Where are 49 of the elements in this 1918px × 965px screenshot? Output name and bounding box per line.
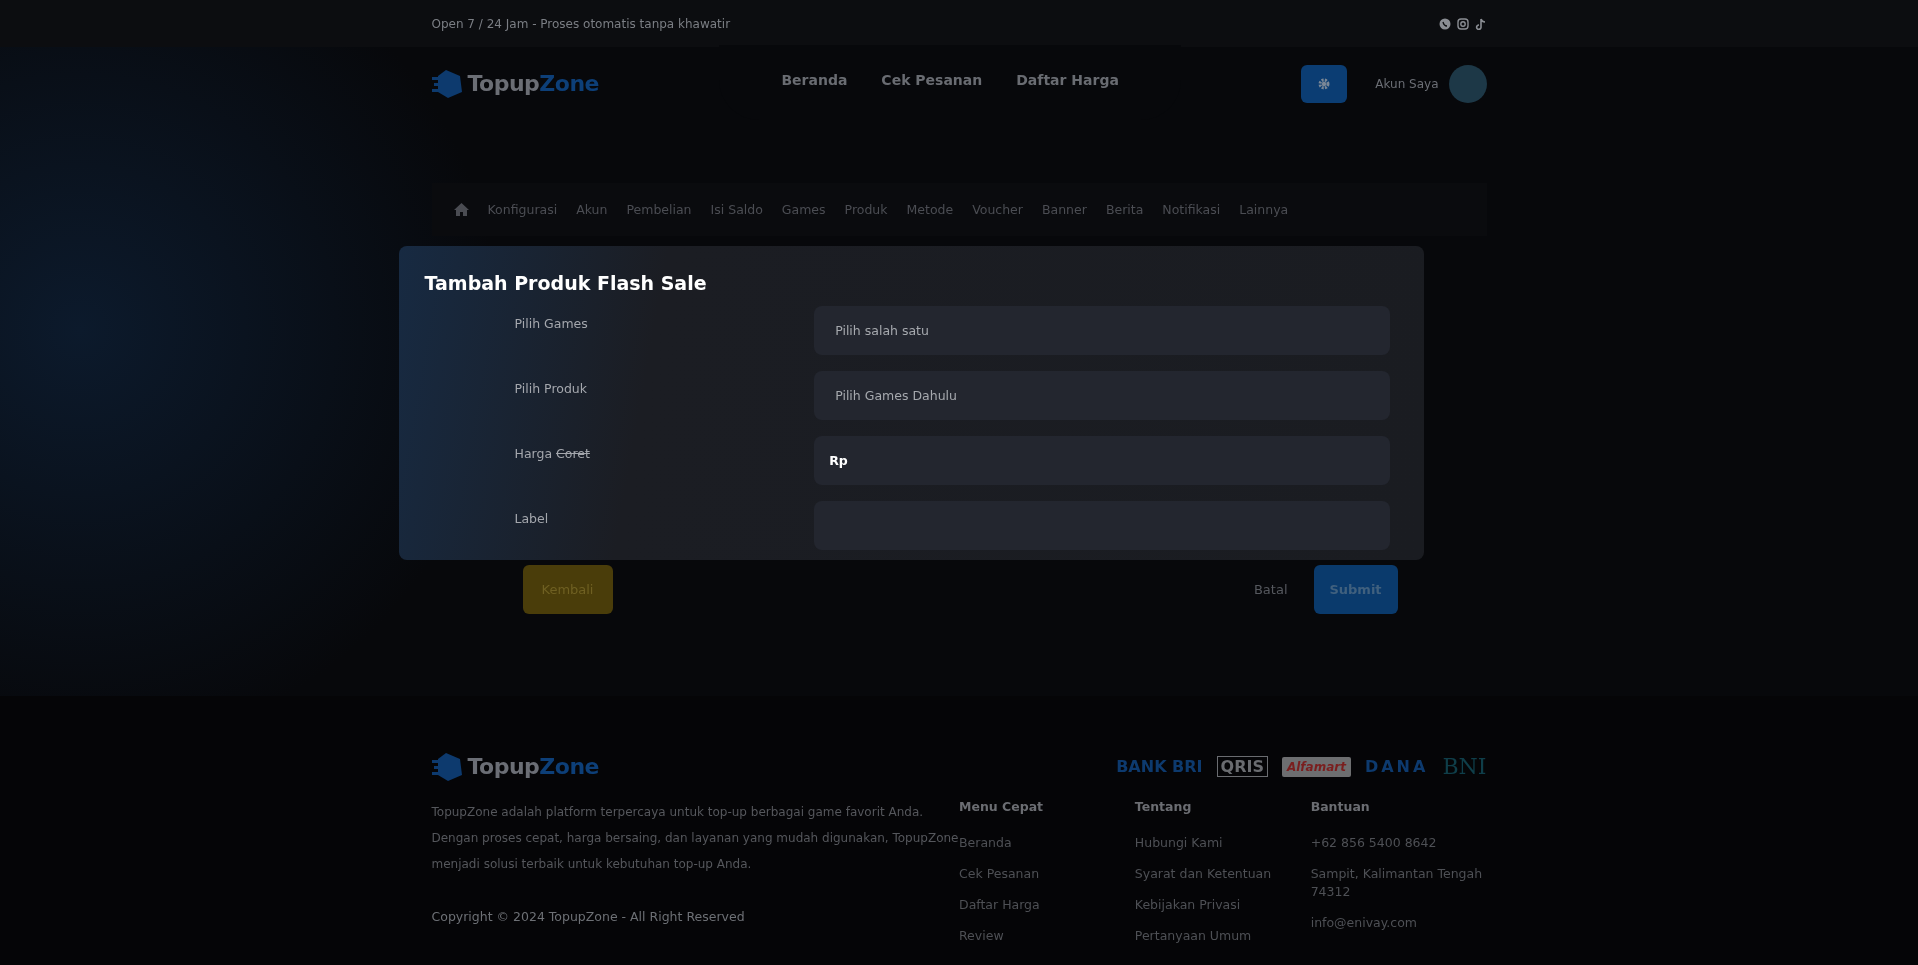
payment-logo: QRIS	[1216, 756, 1268, 777]
select-field[interactable]: Pilih salah satu	[814, 306, 1390, 355]
menu-link[interactable]: Metode	[906, 202, 954, 217]
menu-link[interactable]: Akun	[576, 202, 608, 217]
footer-link[interactable]: Kebijakan Privasi	[1134, 896, 1311, 914]
price-field[interactable]: Rp	[814, 436, 1390, 485]
logo-text: TopupZone	[467, 754, 599, 779]
menu-link[interactable]: Voucher	[972, 202, 1023, 217]
footer-link[interactable]: Beranda	[959, 834, 1135, 852]
nav-link[interactable]: Daftar Harga	[1016, 71, 1119, 88]
footer-link[interactable]: info@enivay.com	[1310, 914, 1487, 932]
footer-link[interactable]: Hubungi Kami	[1134, 834, 1311, 852]
menu-link[interactable]: Produk	[844, 202, 888, 217]
column-heading: Menu Cepat	[959, 799, 1045, 814]
field-label: Pilih Produk	[514, 380, 588, 398]
menu-link[interactable]: Pembelian	[626, 202, 692, 217]
footer-link[interactable]: Pertanyaan Umum	[1134, 927, 1311, 945]
footer-link[interactable]: Sampit, Kalimantan Tengah 74312	[1310, 865, 1487, 901]
footer-link[interactable]: Cek Pesanan	[959, 865, 1135, 883]
menu-link[interactable]: Notifikasi	[1162, 202, 1221, 217]
cancel-button[interactable]: Batal	[1247, 581, 1294, 598]
account-link[interactable]: Akun Saya	[1375, 76, 1439, 91]
modal-title: Tambah Produk Flash Sale	[424, 272, 708, 294]
footer-link[interactable]: Review	[959, 927, 1135, 945]
menu-link[interactable]: Games	[781, 202, 826, 217]
footer-link[interactable]: +62 856 5400 8642	[1310, 834, 1487, 852]
menu-link[interactable]: Konfigurasi	[487, 202, 558, 217]
payment-logo: DANA	[1364, 757, 1429, 776]
column-heading: Bantuan	[1310, 799, 1371, 814]
column-heading: Tentang	[1134, 799, 1193, 814]
payment-logo: Alfamart	[1281, 756, 1351, 777]
nav-link[interactable]: Beranda	[781, 71, 848, 88]
footer-link[interactable]: Syarat dan Ketentuan	[1134, 865, 1311, 883]
payment-logo: BNI	[1442, 754, 1487, 779]
menu-link[interactable]: Isi Saldo	[710, 202, 763, 217]
menu-link[interactable]: Banner	[1041, 202, 1087, 217]
about-text: TopupZone adalah platform terpercaya untuk top-up berbagai game favorit Anda. Dengan proses cepat, harga bersaing, dan layanan yang mudah digunakan, TopupZone menjadi solusi terbaik untuk kebutuhan top-up Anda.	[431, 804, 959, 873]
tagline: Open 7 / 24 Jam - Proses otomatis tanpa khawatir	[431, 16, 731, 31]
payment-logo: BANK BRI	[1116, 757, 1203, 776]
field-label: Label	[514, 510, 550, 528]
select-field[interactable]: Pilih Games Dahulu	[814, 371, 1390, 420]
menu-link[interactable]: Berita	[1105, 202, 1144, 217]
field-label: Pilih Games	[514, 315, 589, 333]
footer-link[interactable]: Daftar Harga	[959, 896, 1135, 914]
nav-link[interactable]: Cek Pesanan	[881, 71, 983, 88]
logo-text: TopupZone	[467, 71, 599, 96]
field-label: Harga Coret	[514, 445, 591, 463]
menu-link[interactable]: Lainnya	[1239, 202, 1289, 217]
copyright-text: Copyright © 2024 TopupZone - All Right Reserved	[431, 909, 746, 924]
